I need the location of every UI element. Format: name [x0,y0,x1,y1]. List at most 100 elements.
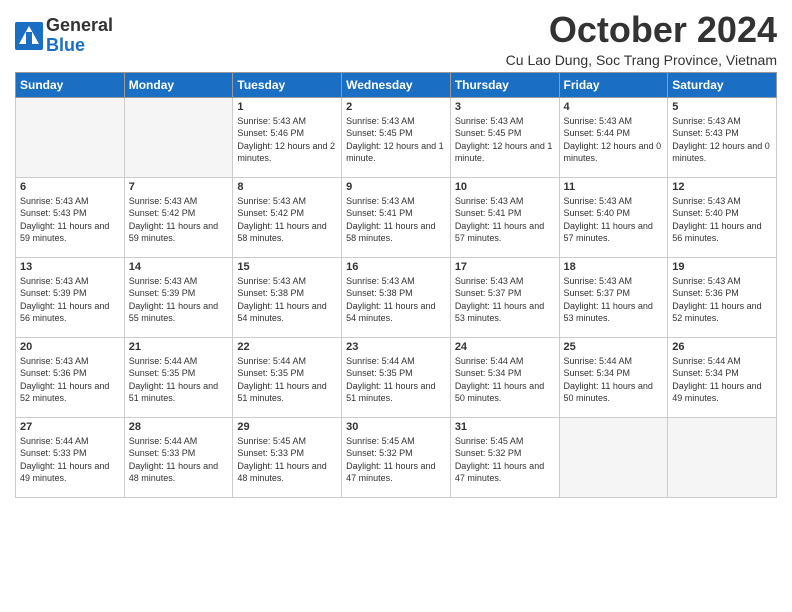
day-number: 13 [20,261,120,273]
day-number: 30 [346,421,446,433]
calendar-day-cell: 23 Sunrise: 5:44 AMSunset: 5:35 PMDayligh… [342,337,451,417]
day-number: 3 [455,101,555,113]
calendar-day-cell: 4Sunrise: 5:43 AMSunset: 5:44 PMDaylight… [559,97,668,177]
calendar-day-cell: 27Sunrise: 5:44 AMSunset: 5:33 PMDayligh… [16,417,125,497]
day-info: Sunrise: 5:45 AMSunset: 5:32 PMDaylight:… [346,435,446,485]
calendar-weekday-header: Tuesday [233,72,342,97]
day-info: Sunrise: 5:44 AMSunset: 5:35 PMDaylight:… [346,355,446,405]
day-number: 18 [564,261,664,273]
calendar-day-cell: 13Sunrise: 5:43 AMSunset: 5:39 PMDayligh… [16,257,125,337]
day-number: 31 [455,421,555,433]
calendar-week-row: 1Sunrise: 5:43 AMSunset: 5:46 PMDaylight… [16,97,777,177]
day-number: 10 [455,181,555,193]
day-info: Sunrise: 5:43 AMSunset: 5:43 PMDaylight:… [20,195,120,245]
day-number: 4 [564,101,664,113]
header: General Blue October 2024 Cu Lao Dung, S… [15,10,777,68]
day-number: 17 [455,261,555,273]
calendar-day-cell: 12 Sunrise: 5:43 AMSunset: 5:40 PMDayligh… [668,177,777,257]
calendar-day-cell [16,97,125,177]
day-info: Sunrise: 5:44 AMSunset: 5:34 PMDaylight:… [564,355,664,405]
calendar-day-cell: 20Sunrise: 5:43 AMSunset: 5:36 PMDayligh… [16,337,125,417]
calendar-weekday-header: Sunday [16,72,125,97]
calendar-day-cell: 15Sunrise: 5:43 AMSunset: 5:38 PMDayligh… [233,257,342,337]
day-info: Sunrise: 5:43 AMSunset: 5:45 PMDaylight:… [346,115,446,165]
day-number: 12 [672,181,772,193]
calendar-header-row: SundayMondayTuesdayWednesdayThursdayFrid… [16,72,777,97]
day-info: Sunrise: 5:43 AMSunset: 5:41 PMDaylight:… [346,195,446,245]
calendar-day-cell: 28Sunrise: 5:44 AMSunset: 5:33 PMDayligh… [124,417,233,497]
day-info: Sunrise: 5:43 AMSunset: 5:42 PMDaylight:… [237,195,337,245]
title-area: October 2024 Cu Lao Dung, Soc Trang Prov… [506,10,777,68]
calendar-day-cell [559,417,668,497]
calendar-day-cell: 10 Sunrise: 5:43 AMSunset: 5:41 PMDayligh… [450,177,559,257]
day-number: 20 [20,341,120,353]
calendar-day-cell: 2Sunrise: 5:43 AMSunset: 5:45 PMDaylight… [342,97,451,177]
day-number: 22 [237,341,337,353]
day-info: Sunrise: 5:43 AMSunset: 5:38 PMDaylight:… [346,275,446,325]
day-info: Sunrise: 5:43 AMSunset: 5:40 PMDaylight:… [672,195,772,245]
logo-icon [15,22,43,50]
calendar-week-row: 20Sunrise: 5:43 AMSunset: 5:36 PMDayligh… [16,337,777,417]
day-number: 23 [346,341,446,353]
calendar-weekday-header: Monday [124,72,233,97]
day-number: 9 [346,181,446,193]
location-title: Cu Lao Dung, Soc Trang Province, Vietnam [506,52,777,68]
calendar-day-cell: 19 Sunrise: 5:43 AMSunset: 5:36 PMDayligh… [668,257,777,337]
day-number: 11 [564,181,664,193]
day-info: Sunrise: 5:43 AMSunset: 5:39 PMDaylight:… [129,275,229,325]
calendar-day-cell: 31 Sunrise: 5:45 AMSunset: 5:32 PMDayligh… [450,417,559,497]
day-info: Sunrise: 5:45 AMSunset: 5:32 PMDaylight:… [455,435,555,485]
day-info: Sunrise: 5:44 AMSunset: 5:35 PMDaylight:… [129,355,229,405]
day-number: 24 [455,341,555,353]
day-number: 16 [346,261,446,273]
calendar-day-cell [124,97,233,177]
day-info: Sunrise: 5:43 AMSunset: 5:36 PMDaylight:… [672,275,772,325]
day-number: 15 [237,261,337,273]
calendar-day-cell: 29Sunrise: 5:45 AMSunset: 5:33 PMDayligh… [233,417,342,497]
calendar-week-row: 27 Sunrise: 5:44 AMSunset: 5:33 PMDayligh… [16,417,777,497]
calendar-weekday-header: Thursday [450,72,559,97]
calendar-weekday-header: Wednesday [342,72,451,97]
day-info: Sunrise: 5:44 AMSunset: 5:33 PMDaylight:… [129,435,229,485]
logo-text: General Blue [46,16,113,56]
day-number: 27 [20,421,120,433]
calendar-day-cell: 21 Sunrise: 5:44 AMSunset: 5:35 PMDayligh… [124,337,233,417]
calendar-day-cell: 3 Sunrise: 5:43 AMSunset: 5:45 PMDaylight… [450,97,559,177]
day-info: Sunrise: 5:45 AMSunset: 5:33 PMDaylight:… [237,435,337,485]
calendar-table: SundayMondayTuesdayWednesdayThursdayFrid… [15,72,777,498]
calendar-day-cell: 1Sunrise: 5:43 AMSunset: 5:46 PMDaylight… [233,97,342,177]
calendar-day-cell: 26 Sunrise: 5:44 AMSunset: 5:34 PMDayligh… [668,337,777,417]
day-info: Sunrise: 5:43 AMSunset: 5:37 PMDaylight:… [455,275,555,325]
calendar-weekday-header: Saturday [668,72,777,97]
calendar-day-cell: 17 Sunrise: 5:43 AMSunset: 5:37 PMDayligh… [450,257,559,337]
day-info: Sunrise: 5:43 AMSunset: 5:40 PMDaylight:… [564,195,664,245]
day-number: 7 [129,181,229,193]
calendar-day-cell: 30 Sunrise: 5:45 AMSunset: 5:32 PMDayligh… [342,417,451,497]
calendar-day-cell: 7 Sunrise: 5:43 AMSunset: 5:42 PMDaylight… [124,177,233,257]
day-number: 19 [672,261,772,273]
day-info: Sunrise: 5:43 AMSunset: 5:37 PMDaylight:… [564,275,664,325]
logo: General Blue [15,16,113,56]
day-info: Sunrise: 5:43 AMSunset: 5:43 PMDaylight:… [672,115,772,165]
calendar-week-row: 6 Sunrise: 5:43 AMSunset: 5:43 PMDaylight… [16,177,777,257]
day-number: 14 [129,261,229,273]
day-info: Sunrise: 5:43 AMSunset: 5:42 PMDaylight:… [129,195,229,245]
calendar-day-cell: 9 Sunrise: 5:43 AMSunset: 5:41 PMDaylight… [342,177,451,257]
calendar-day-cell [668,417,777,497]
calendar-weekday-header: Friday [559,72,668,97]
calendar-day-cell: 16 Sunrise: 5:43 AMSunset: 5:38 PMDayligh… [342,257,451,337]
day-number: 5 [672,101,772,113]
day-info: Sunrise: 5:44 AMSunset: 5:34 PMDaylight:… [672,355,772,405]
day-info: Sunrise: 5:43 AMSunset: 5:45 PMDaylight:… [455,115,555,165]
calendar-day-cell: 18 Sunrise: 5:43 AMSunset: 5:37 PMDayligh… [559,257,668,337]
day-number: 26 [672,341,772,353]
calendar-body: 1Sunrise: 5:43 AMSunset: 5:46 PMDaylight… [16,97,777,497]
calendar-day-cell: 14 Sunrise: 5:43 AMSunset: 5:39 PMDayligh… [124,257,233,337]
calendar-day-cell: 25Sunrise: 5:44 AMSunset: 5:34 PMDayligh… [559,337,668,417]
day-number: 6 [20,181,120,193]
day-number: 21 [129,341,229,353]
day-info: Sunrise: 5:43 AMSunset: 5:41 PMDaylight:… [455,195,555,245]
calendar-day-cell: 6 Sunrise: 5:43 AMSunset: 5:43 PMDaylight… [16,177,125,257]
calendar-day-cell: 11 Sunrise: 5:43 AMSunset: 5:40 PMDayligh… [559,177,668,257]
day-number: 1 [237,101,337,113]
